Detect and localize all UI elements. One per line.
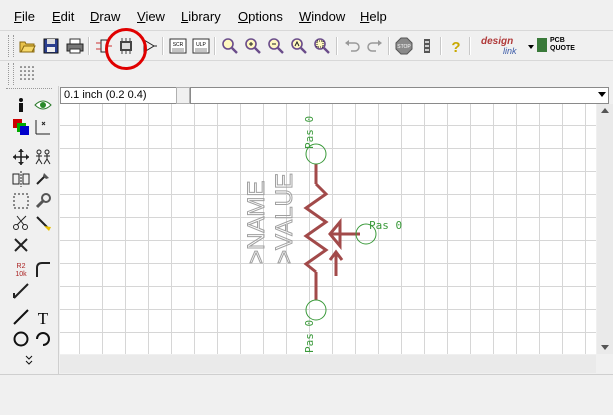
text-tool-label: T [38, 309, 49, 326]
eye-icon[interactable] [34, 96, 52, 114]
zoom-redraw-icon[interactable] [290, 37, 308, 55]
value-placeholder: >VALUE [271, 173, 298, 264]
help-label: ? [451, 39, 460, 55]
toolbar-separator [214, 37, 216, 55]
menu-help[interactable]: Help [360, 9, 387, 24]
menu-draw[interactable]: Draw [90, 9, 120, 24]
toolbar-separator [162, 37, 164, 55]
name-placeholder: >NAME [243, 181, 270, 264]
help-icon[interactable]: ? [447, 37, 465, 55]
design-link-button[interactable]: design link [481, 34, 527, 58]
command-input[interactable] [190, 87, 609, 104]
mirror-icon[interactable] [12, 170, 30, 188]
zoom-out-icon[interactable] [267, 37, 285, 55]
main-toolbar: SCR ULP STOP ? design link PCB QUOTE [0, 30, 613, 61]
paste-icon[interactable] [34, 214, 52, 232]
name-icon[interactable]: R2 10k [12, 260, 30, 278]
toolbar-grip[interactable] [6, 88, 52, 91]
circle-icon[interactable] [12, 330, 30, 348]
name-tool-label: R2 [17, 263, 26, 270]
print-icon[interactable] [66, 37, 84, 55]
group-icon[interactable] [12, 192, 30, 210]
arc-icon[interactable] [34, 330, 52, 348]
ulp-label: ULP [196, 42, 206, 48]
menu-options[interactable]: Options [238, 9, 283, 24]
resistor-body [303, 164, 360, 300]
horizontal-scrollbar[interactable] [60, 355, 596, 373]
scr-label: SCR [173, 42, 184, 48]
toolbar-separator [88, 37, 90, 55]
cut-icon[interactable] [12, 214, 30, 232]
menu-view[interactable]: View [137, 9, 165, 24]
value-tool-label: 10k [15, 271, 27, 278]
command-toolbar: R2 10k T [0, 86, 59, 374]
menu-file[interactable]: File [14, 9, 35, 24]
info-icon[interactable] [12, 96, 30, 114]
coordinate-display: 0.1 inch (0.2 0.4) [60, 87, 178, 104]
scroll-down-icon[interactable] [601, 345, 609, 350]
highlight-circle [105, 28, 147, 70]
parameter-toolbar [0, 60, 613, 87]
chevron-down-icon[interactable] [598, 92, 606, 97]
pcb-icon [537, 38, 547, 52]
wire-icon[interactable] [12, 308, 30, 326]
toolbar-separator [469, 37, 471, 55]
pcb-quote-label: PCB QUOTE [550, 37, 575, 52]
zoom-select-icon[interactable] [313, 37, 331, 55]
design-link-sublabel: link [503, 46, 517, 56]
redo-icon[interactable] [366, 37, 384, 55]
scroll-up-icon[interactable] [601, 108, 609, 113]
undo-icon[interactable] [343, 37, 361, 55]
copy-icon[interactable] [34, 148, 52, 166]
vertical-scrollbar[interactable] [597, 104, 613, 354]
change-icon[interactable] [34, 192, 52, 210]
pin-top-label: Pas 0 [303, 116, 316, 149]
pcb-quote-button[interactable]: PCB QUOTE [537, 37, 577, 55]
toolbar-separator [440, 37, 442, 55]
menu-edit[interactable]: Edit [52, 9, 74, 24]
status-bar [0, 374, 613, 415]
save-icon[interactable] [42, 37, 60, 55]
mark-icon[interactable] [34, 118, 52, 136]
layers-icon[interactable] [12, 118, 30, 136]
toolbar-separator [336, 37, 338, 55]
ulp-icon[interactable]: ULP [192, 37, 210, 55]
open-icon[interactable] [18, 37, 36, 55]
pin-bottom-circle [305, 299, 327, 321]
text-icon[interactable]: T [34, 308, 52, 326]
grid-icon[interactable] [18, 64, 36, 82]
menu-bar: File Edit Draw View Library Options Wind… [0, 0, 613, 30]
menu-window[interactable]: Window [299, 9, 345, 24]
stop-label: STOP [397, 44, 411, 50]
menu-library[interactable]: Library [181, 9, 221, 24]
more-icon[interactable] [24, 354, 34, 366]
toolbar-grip[interactable] [8, 63, 14, 85]
stop-icon[interactable]: STOP [395, 37, 413, 55]
toolbar-separator [388, 37, 390, 55]
drawing-canvas[interactable]: Pas 0 Pas 0 Pas 0 >NAME >VALUE [60, 104, 596, 354]
split-icon[interactable] [12, 282, 30, 300]
zoom-in-icon[interactable] [244, 37, 262, 55]
zoom-fit-icon[interactable] [221, 37, 239, 55]
coordinate-spacer [176, 87, 190, 104]
rotate-icon[interactable] [34, 170, 52, 188]
pin-bottom-label: Pas 0 [303, 320, 316, 353]
miter-icon[interactable] [34, 260, 52, 278]
symbol-drawing: Pas 0 Pas 0 Pas 0 >NAME >VALUE [243, 116, 403, 353]
move-icon[interactable] [12, 148, 30, 166]
delete-icon[interactable] [12, 236, 30, 254]
toolbar-grip[interactable] [8, 35, 14, 57]
go-icon[interactable] [418, 37, 436, 55]
pin-right-label: Pas 0 [369, 219, 402, 232]
chevron-down-icon[interactable] [528, 45, 534, 49]
script-icon[interactable]: SCR [169, 37, 187, 55]
